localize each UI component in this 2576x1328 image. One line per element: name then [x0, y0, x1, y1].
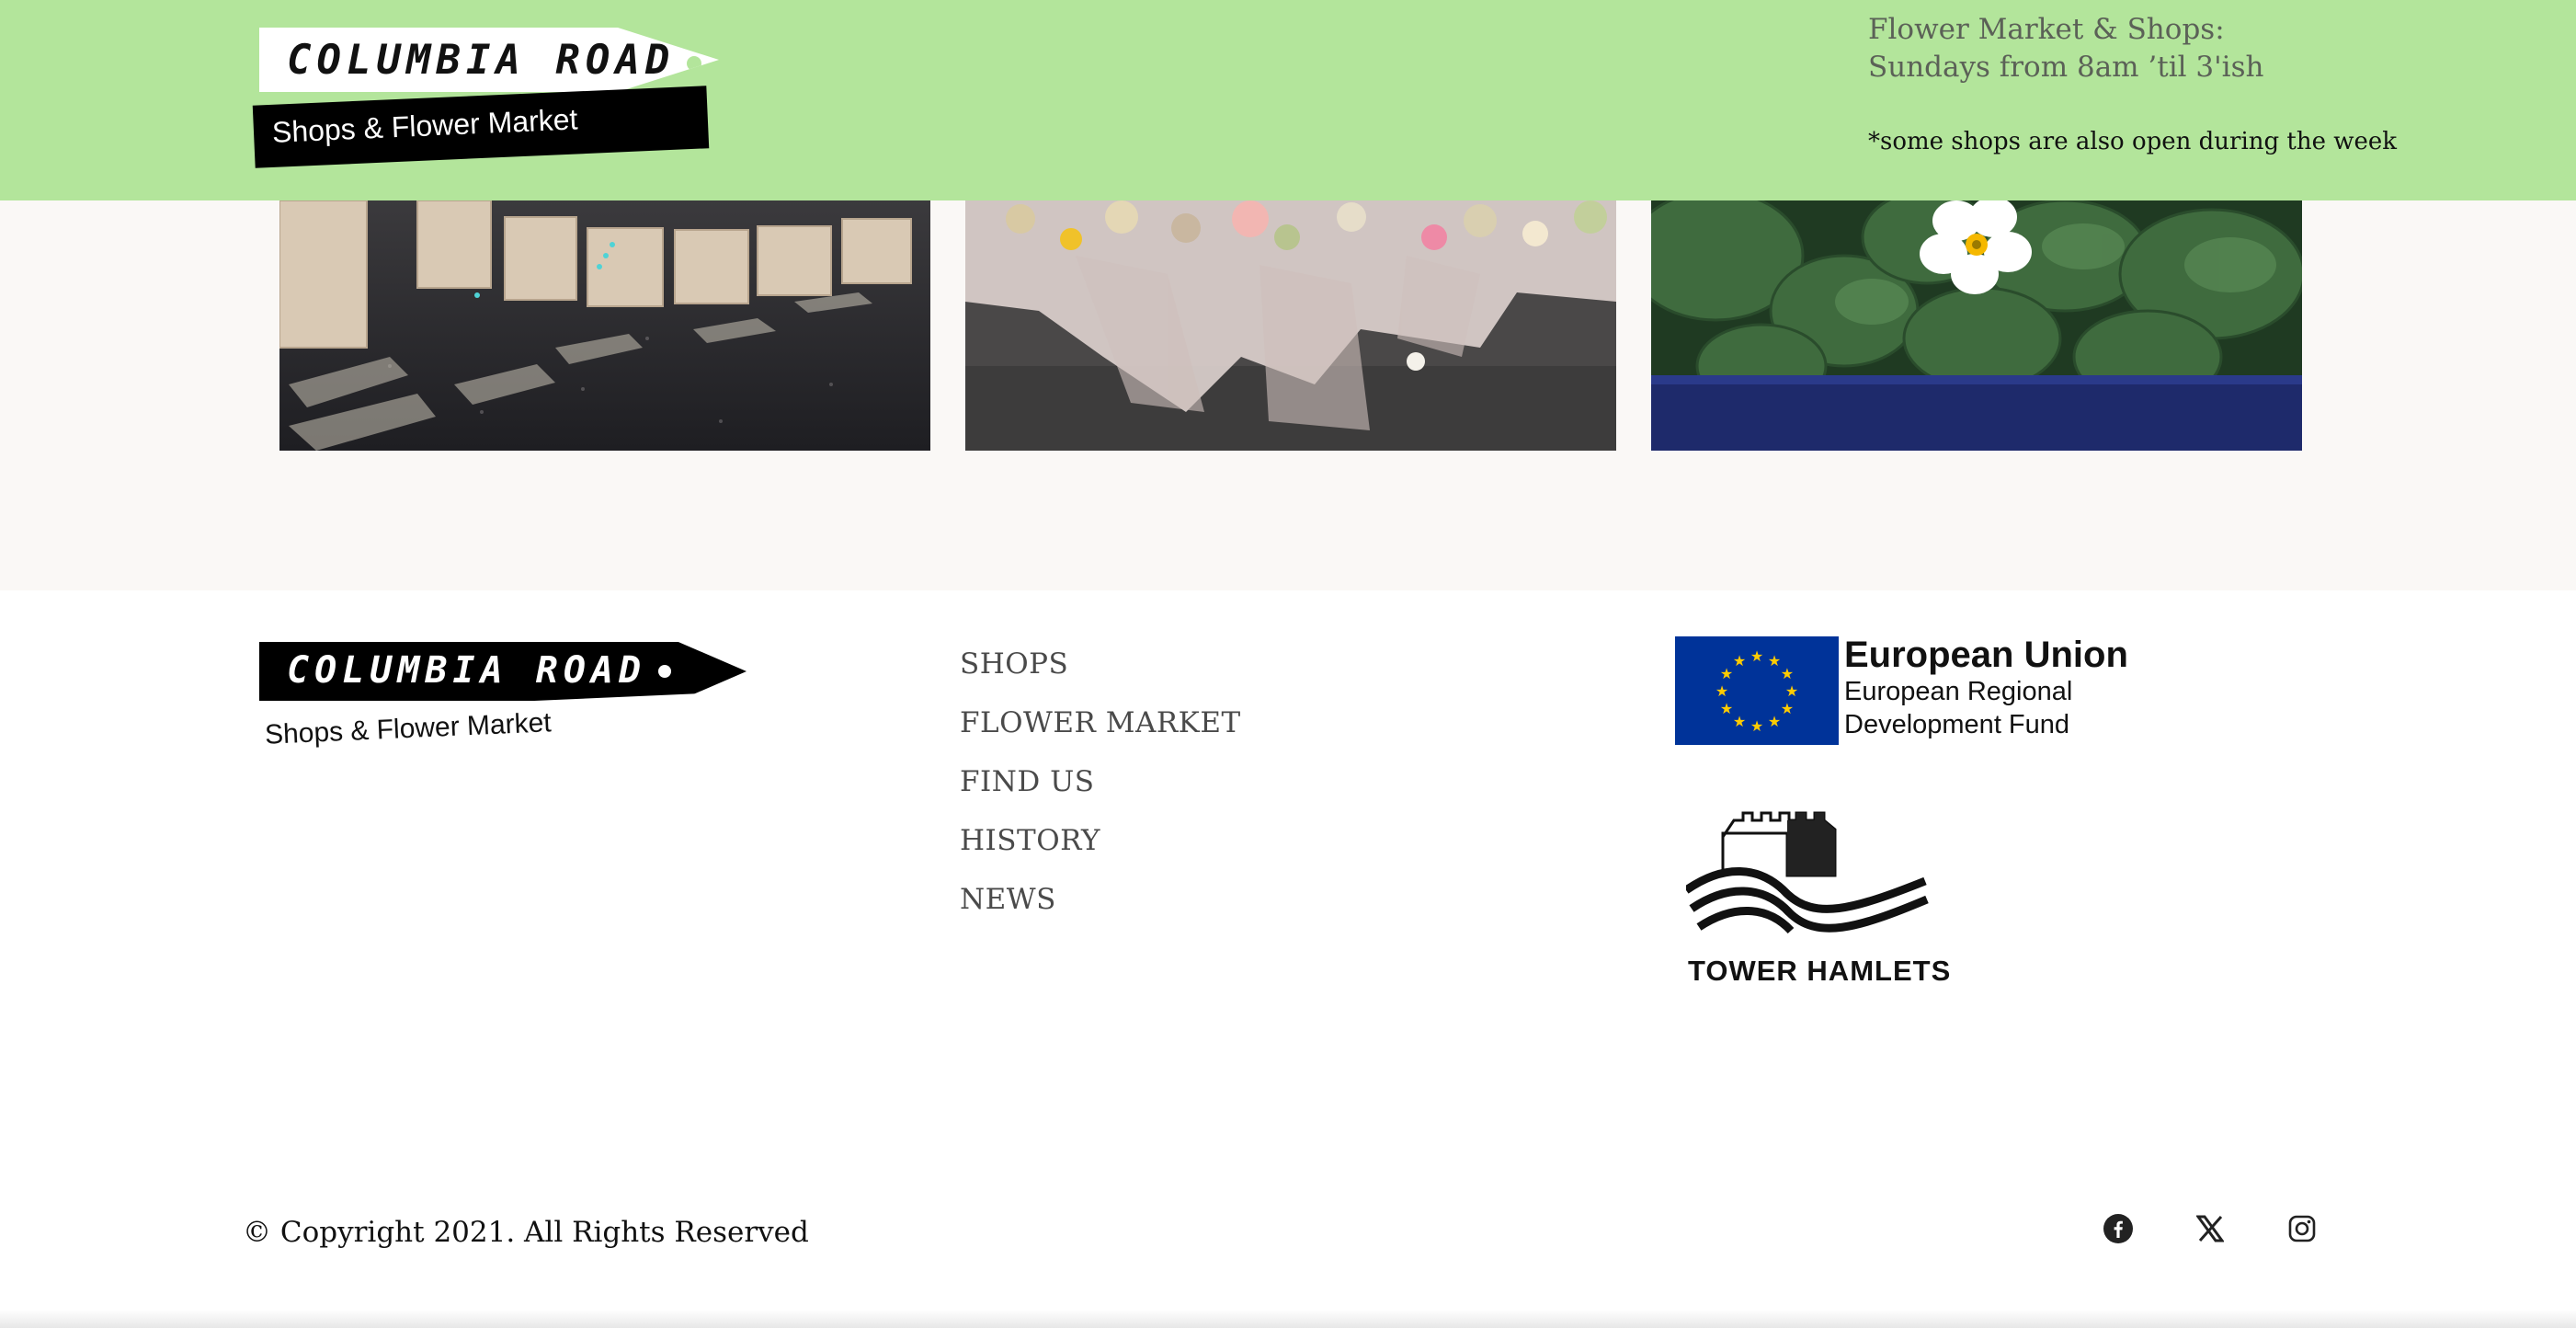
eu-star: ★: [1720, 700, 1733, 717]
tower-hamlets-logo: TOWER HAMLETS: [1686, 809, 1953, 993]
footer-logo-name: COLUMBIA ROAD: [287, 649, 647, 692]
footer-logo[interactable]: COLUMBIA ROAD Shops & Flower Market: [243, 635, 758, 765]
logo-dot: [687, 56, 701, 71]
footer-nav-find-us[interactable]: FIND US: [960, 761, 1241, 820]
bottom-shadow: [0, 1310, 2576, 1328]
primrose-plants-photo[interactable]: [1651, 200, 2302, 451]
market-street-crates-photo[interactable]: [279, 200, 930, 451]
footer-nav-news[interactable]: NEWS: [960, 879, 1241, 938]
footer-nav-history[interactable]: HISTORY: [960, 820, 1241, 879]
tower-hamlets-castle-icon: [1686, 811, 1929, 934]
photo-gallery: [0, 200, 2576, 590]
logo-name: COLUMBIA ROAD: [287, 37, 676, 84]
footer-nav: SHOPS FLOWER MARKET FIND US HISTORY NEWS: [960, 644, 1241, 938]
footer-logo-tagline: Shops & Flower Market: [264, 707, 553, 750]
eu-title: European Union: [1844, 635, 2128, 675]
eu-star: ★: [1768, 652, 1781, 670]
eu-star: ★: [1720, 665, 1733, 682]
eu-star: ★: [1781, 700, 1794, 717]
logo-tagline-plate: Shops & Flower Market: [252, 86, 710, 168]
eu-subtitle-line-1: European Regional: [1844, 677, 2073, 706]
footer-nav-shops[interactable]: SHOPS: [960, 644, 1241, 703]
eu-star: ★: [1781, 665, 1794, 682]
footer-logo-street-sign: COLUMBIA ROAD: [259, 642, 747, 701]
facebook-icon[interactable]: [2100, 1210, 2137, 1247]
hours-line-1: Flower Market & Shops:: [1868, 13, 2225, 46]
tower-hamlets-label: TOWER HAMLETS: [1688, 955, 1952, 987]
eu-star: ★: [1750, 647, 1763, 665]
logo-street-sign: COLUMBIA ROAD: [259, 28, 719, 92]
eu-regional-development-logo: ★ ★ ★ ★ ★ ★ ★ ★ ★ ★ ★ ★ European Union European Reg…: [1675, 635, 2135, 750]
dried-flower-bouquets-photo[interactable]: [965, 200, 1616, 451]
footer-logo-dot: [658, 665, 671, 678]
hours-line-2: Sundays from 8am ’til 3'ish: [1868, 51, 2264, 84]
site-logo[interactable]: COLUMBIA ROAD Shops & Flower Market: [250, 24, 802, 171]
eu-subtitle-line-2: Development Fund: [1844, 710, 2070, 739]
x-twitter-icon[interactable]: [2192, 1210, 2228, 1247]
eu-star: ★: [1733, 713, 1746, 730]
eu-star: ★: [1750, 717, 1763, 735]
footer-logo-tagline-plate: Shops & Flower Market: [253, 692, 733, 765]
footer-nav-flower-market[interactable]: FLOWER MARKET: [960, 703, 1241, 761]
weekday-note: *some shops are also open during the wee…: [1868, 128, 2398, 155]
eu-flag-icon: ★ ★ ★ ★ ★ ★ ★ ★ ★ ★ ★ ★: [1675, 636, 1839, 745]
copyright-text: © Copyright 2021. All Rights Reserved: [243, 1216, 809, 1249]
logo-tagline: Shops & Flower Market: [271, 102, 579, 149]
eu-star: ★: [1785, 682, 1798, 700]
opening-hours: Flower Market & Shops: Sundays from 8am …: [1868, 11, 2397, 161]
eu-star: ★: [1768, 713, 1781, 730]
eu-star: ★: [1733, 652, 1746, 670]
eu-star: ★: [1715, 682, 1728, 700]
site-header: COLUMBIA ROAD Shops & Flower Market Flow…: [0, 0, 2576, 200]
instagram-icon[interactable]: [2284, 1210, 2320, 1247]
